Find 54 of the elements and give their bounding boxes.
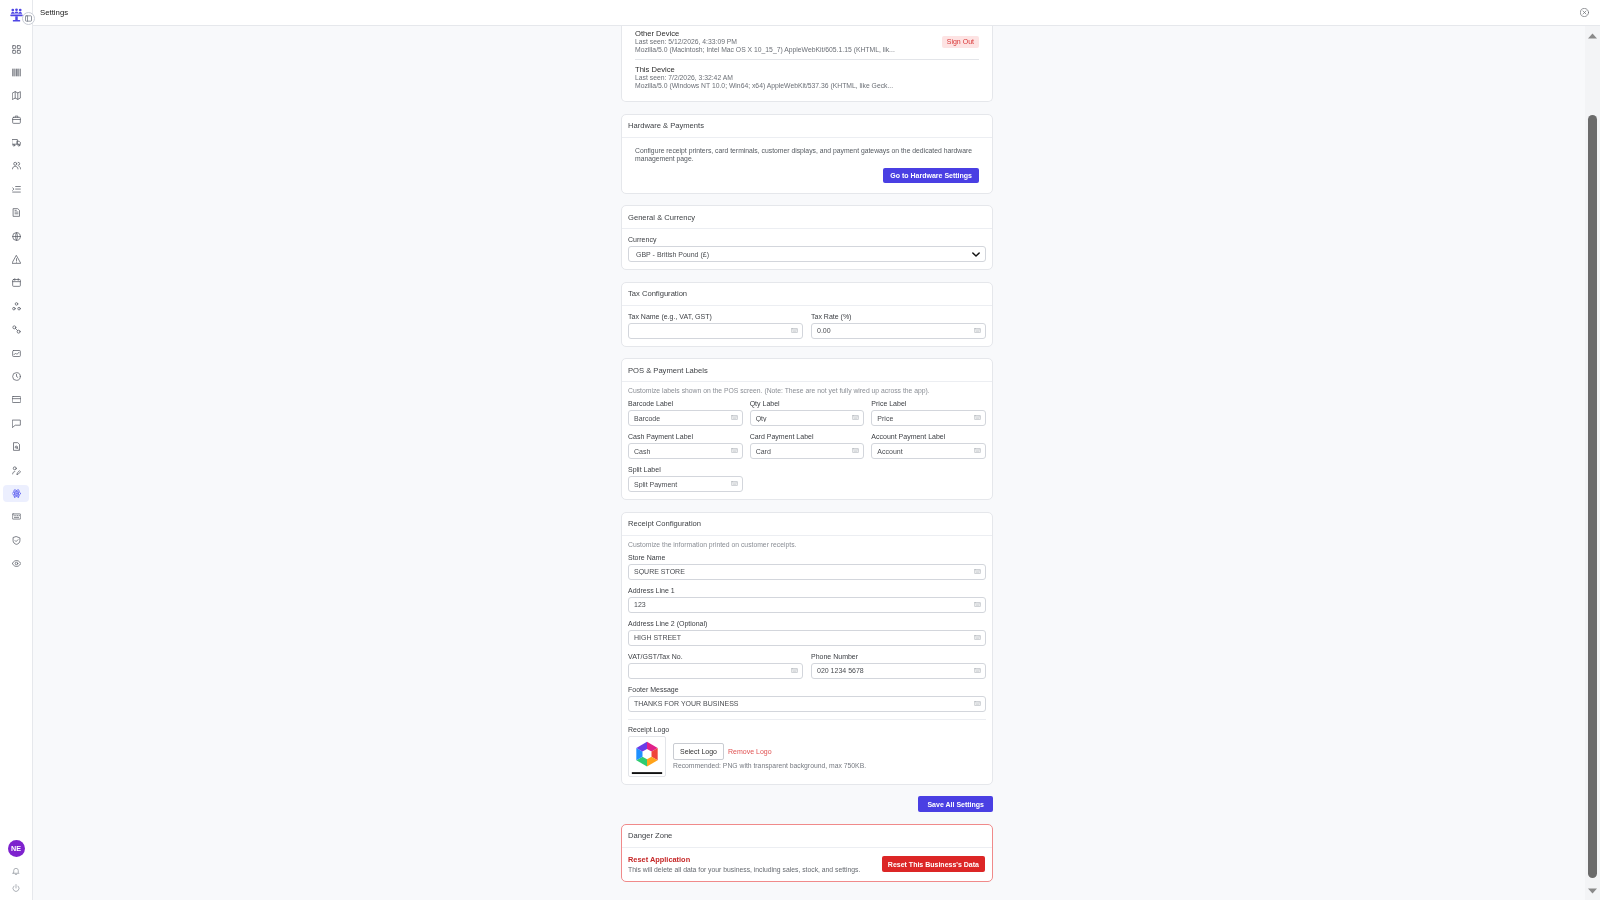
barcode-icon [11, 67, 21, 77]
list-indent-icon [11, 184, 21, 194]
line-chart-icon [11, 348, 21, 358]
map-icon [11, 91, 21, 101]
nav-item[interactable] [3, 484, 29, 502]
keyboard-icon[interactable] [974, 415, 981, 420]
globe-icon [11, 231, 21, 241]
power-button[interactable] [11, 883, 21, 893]
eye-icon [11, 559, 21, 569]
scroll-up-arrow-icon[interactable] [1588, 33, 1597, 39]
keyboard-icon[interactable] [974, 568, 981, 574]
keyboard-icon[interactable] [852, 415, 860, 420]
keyboard-icon[interactable] [791, 327, 798, 333]
warning-icon [11, 255, 21, 264]
truck-icon [11, 138, 21, 148]
keyboard-icon[interactable] [730, 415, 738, 420]
sidebar-toggle-button[interactable] [22, 12, 35, 25]
briefcase-icon [11, 114, 21, 124]
keyboard-icon[interactable] [974, 634, 981, 640]
keyboard-icon[interactable] [974, 601, 981, 607]
keyboard-icon[interactable] [974, 448, 981, 453]
keyboard-icon[interactable] [730, 481, 738, 486]
keyboard-icon[interactable] [791, 667, 798, 673]
close-icon[interactable] [1580, 8, 1589, 17]
dashboard-grid-icon [11, 44, 21, 54]
document-icon [11, 208, 21, 218]
text-field[interactable] [628, 322, 803, 339]
keyboard-icon[interactable] [974, 667, 981, 673]
keyboard-icon[interactable] [974, 700, 981, 706]
scroll-down-arrow-icon[interactable] [1588, 888, 1597, 894]
clock-icon [11, 371, 21, 381]
keyboard-icon[interactable] [852, 448, 860, 453]
atom-icon [11, 488, 21, 498]
shield-check-icon [11, 535, 21, 545]
chevron-down-icon [972, 251, 980, 257]
calendar-icon [11, 278, 21, 288]
linked-circles-icon [11, 325, 21, 335]
chat-bubble-icon [11, 418, 21, 428]
credit-card-icon [11, 395, 21, 405]
bell-icon [12, 867, 20, 875]
logo-preview [628, 735, 666, 777]
panel-icon [25, 15, 32, 22]
keyboard-icon [11, 512, 21, 522]
keyboard-icon[interactable] [730, 448, 738, 453]
notifications-button[interactable] [11, 866, 21, 876]
file-search-icon [11, 442, 21, 452]
circles-icon [11, 301, 21, 311]
text-field[interactable] [628, 662, 803, 679]
power-icon [12, 884, 20, 892]
podium-icon [10, 8, 23, 22]
keyboard-icon[interactable] [974, 327, 981, 333]
users-icon [11, 161, 21, 171]
user-edit-icon [11, 465, 21, 475]
scrollbar-thumb[interactable] [1588, 115, 1597, 878]
